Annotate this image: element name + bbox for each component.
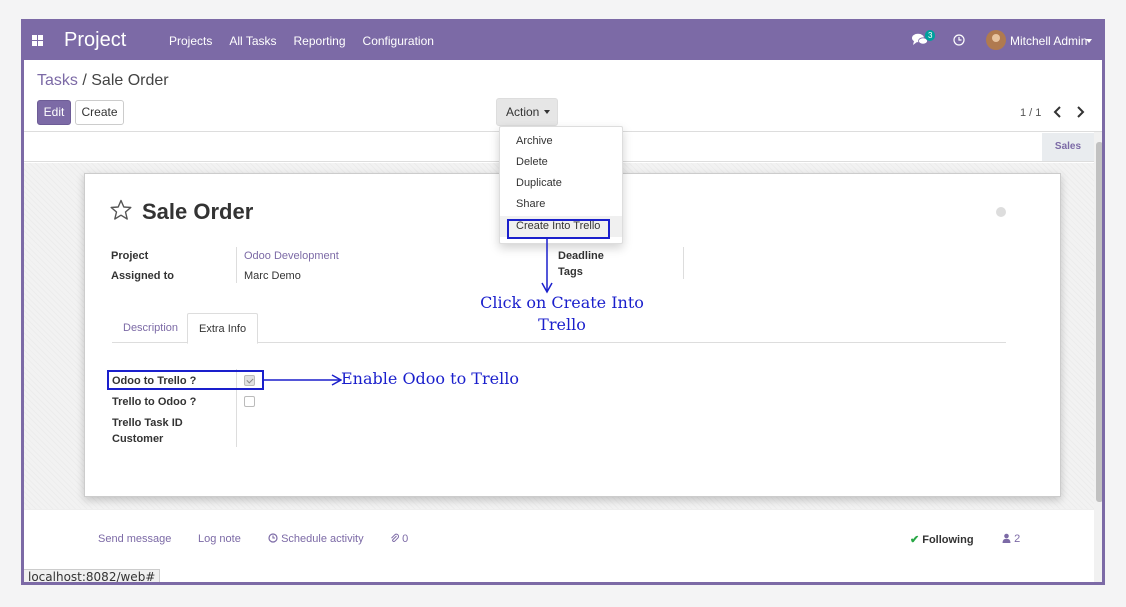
menu-item-share[interactable]: Share — [500, 194, 622, 215]
menu-reporting[interactable]: Reporting — [294, 34, 346, 48]
menu-item-duplicate[interactable]: Duplicate — [500, 173, 622, 194]
assigned-value[interactable]: Marc Demo — [244, 270, 301, 282]
field-separator — [683, 247, 684, 279]
action-button[interactable]: Action — [496, 98, 558, 126]
trello-to-odoo-checkbox[interactable] — [244, 396, 255, 407]
menu-item-delete[interactable]: Delete — [500, 152, 622, 173]
menu-configuration[interactable]: Configuration — [363, 34, 434, 48]
breadcrumb-separator: / — [77, 72, 92, 89]
attachments-count: 0 — [402, 533, 409, 545]
tab-extra-info[interactable]: Extra Info — [187, 313, 259, 344]
paperclip-icon — [391, 533, 399, 543]
assigned-label: Assigned to — [111, 270, 174, 282]
trello-task-id-label: Trello Task ID — [112, 417, 183, 429]
annotation-line-2: Trello — [538, 315, 586, 334]
star-icon[interactable] — [109, 198, 133, 222]
arrow-right-annotation — [264, 374, 342, 386]
control-panel: Tasks / Sale Order Edit Create Action 1 … — [24, 60, 1102, 132]
task-title: Sale Order — [142, 199, 254, 224]
stage-sales[interactable]: Sales — [1042, 133, 1094, 161]
pager-value: 1 / 1 — [1020, 107, 1042, 119]
create-trello-highlight-box — [507, 219, 610, 239]
app-name[interactable]: Project — [64, 29, 126, 52]
chat-badge: 3 — [925, 30, 936, 41]
clock-icon — [268, 533, 278, 543]
action-label: Action — [506, 105, 540, 119]
chevron-right-icon[interactable] — [1074, 105, 1086, 119]
following-label: Following — [922, 534, 974, 546]
followers-count: 2 — [1014, 533, 1021, 545]
user-menu[interactable]: Mitchell Admin — [1010, 34, 1087, 48]
schedule-activity-button[interactable]: Schedule activity — [268, 533, 364, 545]
apps-menu-icon[interactable] — [32, 35, 43, 46]
annotation-click-create: Click on Create Into Trello — [462, 292, 662, 336]
activity-clock-icon[interactable] — [953, 34, 965, 46]
scroll-thumb[interactable] — [1096, 142, 1102, 502]
main-navbar: Project Projects All Tasks Reporting Con… — [24, 22, 1102, 60]
annotation-line-1: Click on Create Into — [480, 293, 644, 312]
action-dropdown-menu: Archive Delete Duplicate Share Create In… — [499, 126, 623, 244]
tags-label: Tags — [558, 266, 583, 278]
user-icon — [1002, 533, 1011, 543]
project-label: Project — [111, 250, 149, 262]
breadcrumb: Tasks / Sale Order — [37, 72, 169, 90]
field-separator — [236, 247, 237, 283]
tab-description[interactable]: Description — [112, 313, 189, 343]
menu-item-archive[interactable]: Archive — [500, 131, 622, 152]
user-avatar[interactable] — [986, 30, 1006, 50]
odoo-to-trello-highlight-box — [107, 370, 264, 390]
chatter: Send message Log note Schedule activity … — [24, 509, 1094, 569]
kanban-state-dot[interactable] — [996, 207, 1006, 217]
top-menu: Projects All Tasks Reporting Configurati… — [169, 34, 434, 48]
send-message-button[interactable]: Send message — [98, 533, 171, 545]
menu-all-tasks[interactable]: All Tasks — [229, 34, 276, 48]
annotation-enable-trello: Enable Odoo to Trello — [341, 369, 519, 388]
deadline-label: Deadline — [558, 250, 604, 262]
customer-label: Customer — [112, 433, 164, 445]
menu-projects[interactable]: Projects — [169, 34, 212, 48]
create-button[interactable]: Create — [75, 100, 124, 125]
chevron-left-icon[interactable] — [1052, 105, 1064, 119]
user-menu-caret-icon[interactable] — [1086, 39, 1092, 43]
breadcrumb-tasks[interactable]: Tasks — [37, 72, 78, 89]
log-note-button[interactable]: Log note — [198, 533, 241, 545]
scrollbar[interactable] — [1094, 132, 1102, 582]
browser-status-url: localhost:8082/web# — [24, 569, 161, 582]
trello-to-odoo-label: Trello to Odoo ? — [112, 396, 197, 408]
odoo-window: Project Projects All Tasks Reporting Con… — [21, 19, 1105, 585]
schedule-activity-label: Schedule activity — [281, 533, 364, 545]
check-icon: ✔ — [910, 534, 920, 546]
attachments-button[interactable]: 0 — [390, 533, 408, 545]
arrow-down-annotation — [541, 237, 553, 294]
edit-button[interactable]: Edit — [37, 100, 71, 125]
caret-down-icon — [544, 110, 551, 114]
followers-button[interactable]: 2 — [1002, 533, 1020, 545]
project-value[interactable]: Odoo Development — [244, 250, 339, 262]
breadcrumb-current: Sale Order — [91, 72, 169, 89]
following-button[interactable]: ✔ Following — [910, 533, 974, 546]
